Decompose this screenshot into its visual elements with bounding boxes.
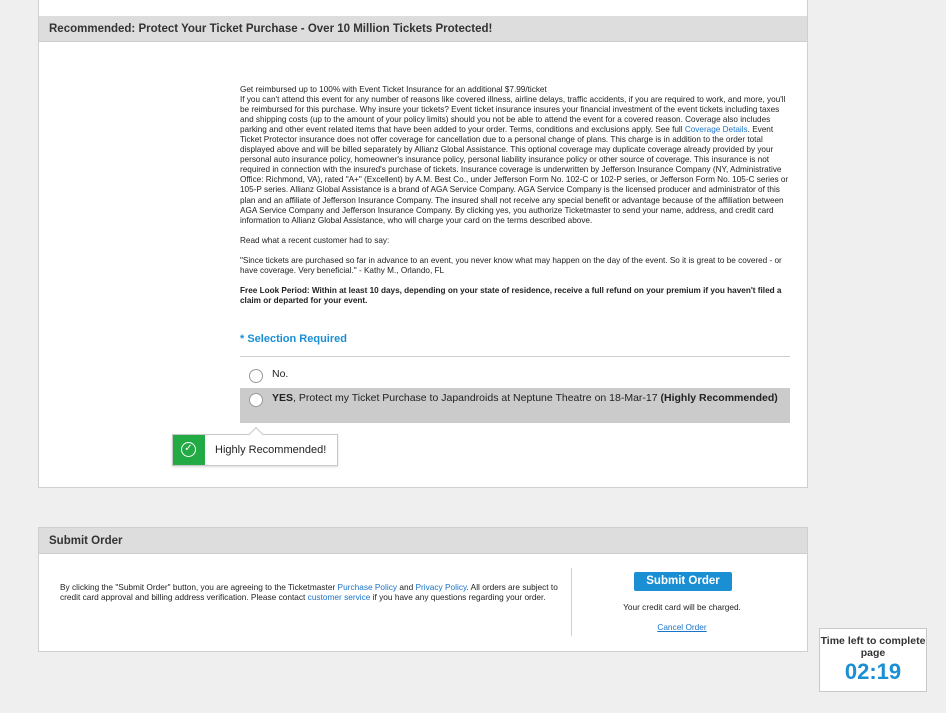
timer-value: 02:19 (844, 659, 902, 684)
insurance-body-b: . Event Ticket Protector insurance does … (240, 125, 789, 225)
option-yes-text: , Protect my Ticket Purchase to Japandro… (293, 392, 661, 404)
option-yes[interactable]: YES, Protect my Ticket Purchase to Japan… (240, 388, 790, 423)
terms-text-c: if you have any questions regarding your… (370, 592, 546, 602)
testimonial-intro: Read what a recent customer had to say: (240, 235, 390, 245)
terms-text-a: By clicking the "Submit Order" button, y… (60, 582, 338, 592)
submit-order-button[interactable]: Submit Order (634, 572, 732, 591)
option-yes-tail: (Highly Recommended) (660, 392, 778, 404)
submit-panel: Submit Order By clicking the "Submit Ord… (38, 527, 808, 652)
recommendation-tooltip: ✓ Highly Recommended! (172, 426, 338, 466)
timer-label: Time left to complete page (820, 635, 926, 659)
option-yes-label: YES, Protect my Ticket Purchase to Japan… (250, 392, 780, 405)
option-no-label: No. (272, 368, 289, 380)
tooltip-arrow (248, 426, 264, 442)
coverage-details-link[interactable]: Coverage Details (685, 125, 748, 134)
divider (571, 568, 572, 636)
free-look-period: Free Look Period: Within at least 10 day… (240, 285, 782, 305)
testimonial-quote: "Since tickets are purchased so far in a… (240, 255, 782, 275)
insurance-description: Get reimbursed up to 100% with Event Tic… (240, 85, 790, 306)
radio-no[interactable] (249, 369, 263, 383)
selection-required-label: * Selection Required (240, 333, 347, 345)
insurance-header: Recommended: Protect Your Ticket Purchas… (39, 16, 807, 42)
radio-yes[interactable] (249, 393, 263, 407)
privacy-policy-link[interactable]: Privacy Policy (416, 582, 467, 592)
submit-header: Submit Order (39, 528, 807, 554)
option-no[interactable]: No. (240, 366, 790, 384)
submit-terms: By clicking the "Submit Order" button, y… (60, 582, 565, 602)
customer-service-link[interactable]: customer service (308, 592, 371, 602)
insurance-lead: Get reimbursed up to 100% with Event Tic… (240, 85, 547, 94)
divider (49, 0, 797, 1)
insurance-panel: Recommended: Protect Your Ticket Purchas… (38, 0, 808, 488)
tooltip-text: Highly Recommended! (215, 444, 327, 456)
terms-and: and (397, 582, 416, 592)
countdown-timer: Time left to complete page 02:19 (819, 628, 927, 692)
charge-note: Your credit card will be charged. (623, 602, 741, 612)
purchase-policy-link[interactable]: Purchase Policy (338, 582, 398, 592)
option-yes-bold: YES (272, 392, 294, 404)
cancel-order-link[interactable]: Cancel Order (579, 622, 785, 632)
check-circle-icon: ✓ (173, 435, 205, 465)
divider (240, 356, 790, 357)
